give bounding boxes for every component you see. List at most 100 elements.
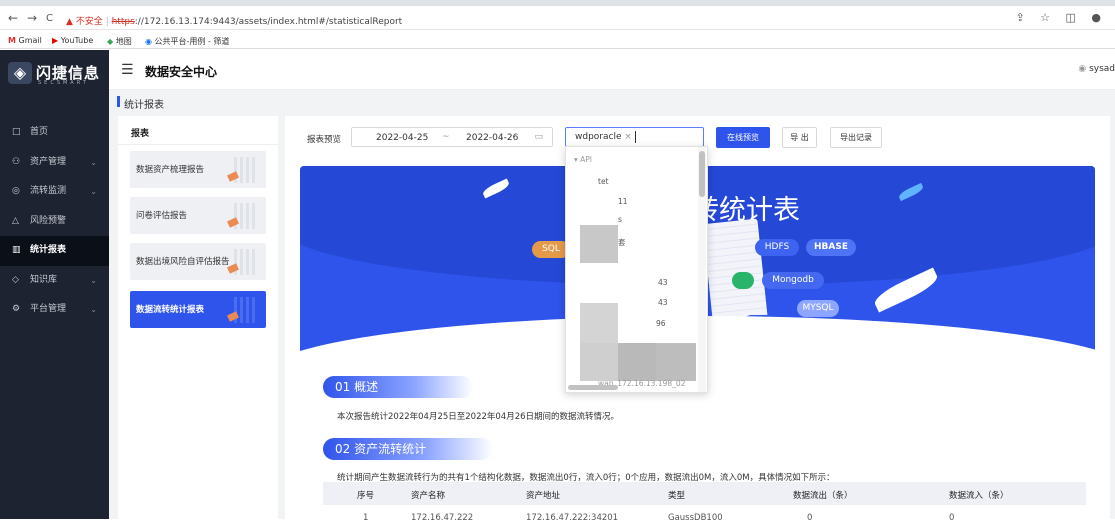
breadcrumb: 统计报表	[109, 90, 1115, 114]
report-card-outbound-risk[interactable]: 数据出境风险自评估报告	[130, 243, 266, 280]
maps-icon: ◆	[107, 37, 114, 46]
table-cell: 172.16.47.222	[411, 513, 474, 523]
sidebar: ◈ 闪捷信息 SECSMART □ 首页 ⚇ 资产管理 ⌄ ◎ 流转监测 ⌄ △ 风险预警 …	[0, 50, 109, 519]
table-cell: 172.16.47.222:34201	[526, 513, 619, 523]
report-card-decoration	[234, 249, 258, 275]
bookmark-platform[interactable]: ◉ 公共平台-用例 - 筛道	[145, 36, 229, 47]
pill-hdfs: HDFS	[755, 239, 799, 256]
sidebar-item-platform[interactable]: ⚙ 平台管理 ⌄	[0, 295, 109, 325]
vertical-scrollbar[interactable]	[699, 151, 705, 197]
sidebar-menu: □ 首页 ⚇ 资产管理 ⌄ ◎ 流转监测 ⌄ △ 风险预警 ▥ 统计报表 ◇ 知识库 ⌄ ⚙ 平台管…	[0, 118, 109, 325]
selected-tag: wdporacle ×	[575, 132, 632, 142]
sidebar-item-home[interactable]: □ 首页	[0, 118, 109, 148]
bookmarks-bar: M Gmail ▶ YouTube ◆ 地图 ◉ 公共平台-用例 - 筛道	[0, 31, 1115, 49]
monitor-icon: ◎	[12, 186, 20, 196]
dropdown-option[interactable]: 套	[618, 237, 626, 248]
report-card-label: 数据资产梳理报告	[136, 165, 205, 175]
gmail-icon: M	[8, 36, 16, 45]
report-card-decoration	[234, 297, 258, 323]
date-end[interactable]: 2022-04-26	[466, 133, 518, 143]
breadcrumb-text: 统计报表	[124, 100, 164, 111]
app-header: ☰ 数据安全中心 ◉ sysad	[109, 50, 1115, 90]
logo-subtitle: SECSMART	[38, 80, 89, 86]
reload-icon[interactable]: C	[46, 13, 53, 24]
table-cell: GaussDB100	[668, 513, 723, 523]
banner-title: 转统计表	[692, 195, 800, 226]
date-start[interactable]: 2022-04-25	[376, 133, 428, 143]
report-card-questionnaire[interactable]: 问卷评估报告	[130, 197, 266, 234]
home-icon: □	[12, 127, 21, 137]
bookmark-youtube[interactable]: ▶ YouTube	[52, 36, 93, 45]
dropdown-option[interactable]: 43	[658, 298, 668, 307]
report-card-asset-review[interactable]: 数据资产梳理报告	[130, 151, 266, 188]
online-preview-button[interactable]: 在线预览	[716, 127, 770, 148]
menu-toggle-icon[interactable]: ☰	[121, 62, 134, 78]
dropdown-group-api[interactable]: ▾ API	[574, 155, 592, 164]
preview-label: 报表预览	[307, 135, 342, 145]
export-button[interactable]: 导 出	[782, 127, 817, 148]
sidebar-item-label: 首页	[30, 127, 49, 137]
knowledge-icon: ◇	[12, 274, 19, 285]
chevron-down-icon: ⌄	[90, 157, 97, 167]
breadcrumb-marker	[117, 96, 120, 107]
forward-icon[interactable]: →	[27, 11, 37, 25]
export-records-button[interactable]: 导出记录	[830, 127, 882, 148]
browser-action-icons[interactable]: ⇪ ☆ ◫ ●	[1015, 11, 1107, 24]
address-bar[interactable]: ▲ 不安全 | https://172.16.13.174:9443/asset…	[66, 14, 402, 27]
asset-select[interactable]: wdporacle ×	[565, 127, 704, 147]
sidebar-item-knowledge[interactable]: ◇ 知识库 ⌄	[0, 266, 109, 296]
sidebar-item-risk-alert[interactable]: △ 风险预警	[0, 207, 109, 237]
report-card-decoration	[234, 157, 258, 183]
dropdown-option[interactable]: s	[618, 215, 622, 224]
pill-green	[732, 272, 754, 289]
redacted-block	[580, 343, 618, 381]
bookmark-label: Gmail	[18, 36, 42, 45]
bell-icon: △	[12, 215, 19, 226]
bookmark-gmail[interactable]: M Gmail	[8, 36, 42, 45]
pill-mysql: MYSQL	[797, 300, 839, 317]
column-header: 类型	[668, 491, 686, 501]
section-badge-overview: 01 概述	[323, 376, 473, 398]
report-card-label: 数据出境风险自评估报告	[136, 257, 230, 267]
pill-mongodb: Mongodb	[762, 272, 824, 289]
date-range-picker[interactable]: 2022-04-25 ~ 2022-04-26 ▭	[351, 127, 553, 147]
url-scheme: https	[111, 17, 135, 27]
report-card-decoration	[234, 203, 258, 229]
table-cell: 1	[363, 513, 369, 523]
chart-icon: ▥	[12, 245, 21, 255]
globe-icon: ◉	[145, 37, 152, 46]
dropdown-option[interactable]: 96	[656, 319, 666, 328]
chevron-down-icon: ⌄	[90, 275, 97, 285]
chevron-down-icon: ⌄	[90, 187, 97, 196]
sidebar-item-label: 知识库	[30, 274, 58, 285]
close-icon[interactable]: ×	[624, 132, 632, 142]
dropdown-option[interactable]: tet	[598, 177, 609, 186]
report-list-panel: 报表 数据资产梳理报告 问卷评估报告 数据出境风险自评估报告 数据流转统计报表	[118, 116, 278, 519]
column-header: 资产地址	[526, 491, 561, 501]
browser-tabstrip	[0, 0, 1115, 6]
sidebar-item-flow-monitor[interactable]: ◎ 流转监测 ⌄	[0, 177, 109, 207]
user-icon: ⚇	[12, 156, 21, 167]
warning-icon: ▲	[66, 17, 73, 27]
dropdown-option[interactable]: 43	[658, 278, 668, 287]
column-header: 数据流出（条）	[793, 491, 853, 501]
report-card-data-flow[interactable]: 数据流转统计报表	[130, 291, 266, 328]
user-menu[interactable]: ◉ sysad	[1078, 64, 1115, 74]
asset-select-dropdown[interactable]: ▾ API tet 11 s 套 43 43 96 wap_172.16.13.…	[565, 146, 708, 393]
sidebar-item-statistics[interactable]: ▥ 统计报表	[0, 236, 109, 266]
back-icon[interactable]: ←	[8, 11, 18, 25]
redacted-block	[580, 303, 618, 343]
redacted-block	[618, 343, 656, 381]
chevron-down-icon: ⌄	[90, 305, 97, 314]
sidebar-item-label: 统计报表	[30, 245, 67, 255]
bookmark-maps[interactable]: ◆ 地图	[107, 36, 132, 47]
horizontal-scrollbar[interactable]	[568, 385, 618, 390]
sidebar-item-assets[interactable]: ⚇ 资产管理 ⌄	[0, 148, 109, 178]
table-cell: 0	[807, 513, 813, 523]
app-title: 数据安全中心	[145, 65, 218, 79]
dropdown-option[interactable]: 11	[618, 197, 628, 206]
calendar-icon: ▭	[534, 132, 543, 142]
bookmark-label: YouTube	[60, 36, 94, 45]
divider	[118, 144, 278, 145]
section-overview-text: 本次报告统计2022年04月25日至2022年04月26日期间的数据流转情况。	[337, 412, 620, 422]
